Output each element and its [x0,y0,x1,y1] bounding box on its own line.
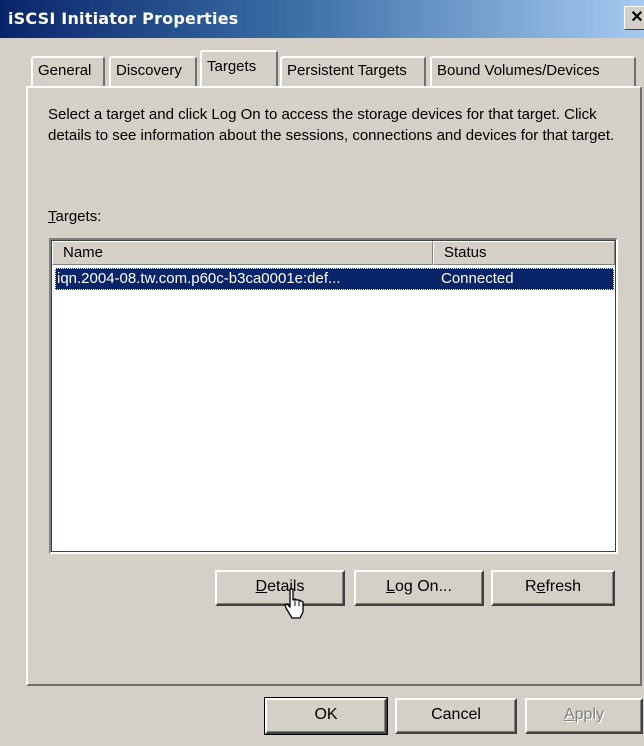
button-label: Details [255,578,305,595]
targets-label: Targets: [48,208,102,225]
window-title: iSCSI Initiator Properties [8,9,239,28]
tab-persistent-targets[interactable]: Persistent Targets [280,56,426,86]
tab-discovery[interactable]: Discovery [109,56,197,86]
tab-label: Discovery [116,62,182,79]
tab-label: General [38,62,92,79]
column-header-name[interactable]: Name [52,241,433,265]
column-header-label: Status [444,244,487,261]
target-status: Connected [441,270,514,287]
details-button[interactable]: Details [215,570,345,606]
cancel-button[interactable]: Cancel [395,698,517,734]
column-header-status[interactable]: Status [433,241,615,265]
refresh-button[interactable]: Refresh [491,570,615,606]
instructions-text: Select a target and click Log On to acce… [48,106,615,144]
tab-label: Persistent Targets [287,62,407,79]
button-label: Log On... [386,578,452,595]
target-name: iqn.2004-08.tw.com.p60c-b3ca0001e:def... [57,270,341,287]
button-label: Refresh [524,578,582,595]
button-label: OK [314,706,338,723]
title-bar: iSCSI Initiator Properties ✕ [0,0,644,38]
close-button[interactable]: ✕ [624,6,644,30]
tab-label: Targets [207,58,257,75]
close-icon: ✕ [630,9,644,26]
tab-targets[interactable]: Targets [200,50,278,86]
tab-bound-volumes-devices[interactable]: Bound Volumes/Devices [430,56,636,86]
tab-general[interactable]: General [31,56,105,86]
button-label: Cancel [431,706,481,723]
apply-button[interactable]: Apply [525,698,643,734]
column-header-label: Name [63,244,104,261]
target-row[interactable]: iqn.2004-08.tw.com.p60c-b3ca0001e:def...… [55,268,614,290]
targets-list[interactable]: Name Status iqn.2004-08.tw.com.p60c-b3ca… [49,238,618,554]
button-label: Apply [563,706,605,723]
log-on-button[interactable]: Log On... [354,570,484,606]
ok-button[interactable]: OK [264,697,388,735]
tab-label: Bound Volumes/Devices [437,62,600,79]
